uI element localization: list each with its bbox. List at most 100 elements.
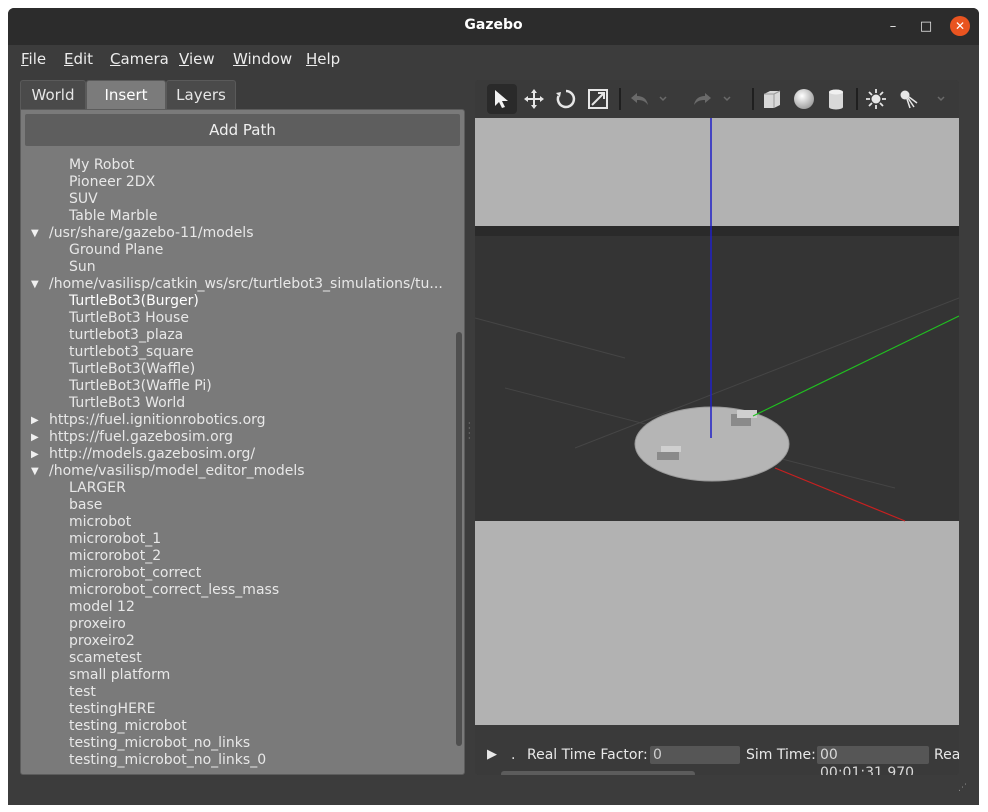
sphere-shape-icon[interactable]: [789, 84, 819, 114]
title-bar[interactable]: Gazebo – □ ✕: [8, 8, 979, 45]
menu-window-mnemonic: W: [233, 50, 248, 68]
tree-item-label: LARGER: [69, 480, 126, 496]
tree-model-item[interactable]: small platform: [21, 667, 451, 684]
menu-edit[interactable]: Edit: [64, 50, 93, 68]
menu-camera[interactable]: Camera: [110, 50, 169, 68]
tree-model-item[interactable]: microbot: [21, 514, 451, 531]
tree-path-item[interactable]: ▶ https://fuel.gazebosim.org: [21, 429, 451, 446]
cylinder-shape-icon[interactable]: [821, 84, 851, 114]
box-shape-icon[interactable]: [757, 84, 787, 114]
menu-bar: File Edit Camera View Window Help: [8, 45, 979, 73]
tree-model-item[interactable]: base: [21, 497, 451, 514]
tree-model-item[interactable]: TurtleBot3(Waffle): [21, 361, 451, 378]
tree-item-label: TurtleBot3 House: [69, 310, 189, 326]
tab-insert[interactable]: Insert: [86, 80, 166, 109]
tree-model-item[interactable]: My Robot: [21, 157, 451, 174]
turtlebot-burger-model[interactable]: [634, 406, 790, 482]
tree-item-label: https://fuel.ignitionrobotics.org: [49, 412, 266, 428]
point-light-icon[interactable]: [861, 84, 891, 114]
tree-item-label: base: [69, 497, 103, 513]
scene-toolbar: [475, 80, 959, 118]
tree-model-item[interactable]: turtlebot3_plaza: [21, 327, 451, 344]
add-path-button[interactable]: Add Path: [25, 114, 460, 146]
tree-scrollbar[interactable]: [456, 332, 462, 746]
tree-item-label: scametest: [69, 650, 142, 666]
expanded-arrow-icon[interactable]: ▼: [31, 225, 43, 242]
minimize-button[interactable]: –: [884, 18, 902, 36]
tree-model-item[interactable]: microrobot_1: [21, 531, 451, 548]
redo-history-chevron-icon[interactable]: [719, 84, 735, 114]
collapsed-arrow-icon[interactable]: ▶: [31, 412, 43, 429]
tab-world[interactable]: World: [20, 80, 86, 109]
gazebo-window: Gazebo – □ ✕ File Edit Camera View Windo…: [8, 8, 979, 805]
tree-model-item[interactable]: microrobot_2: [21, 548, 451, 565]
tree-model-item[interactable]: proxeiro: [21, 616, 451, 633]
tree-model-item[interactable]: testing_microbot_no_links_0: [21, 752, 451, 769]
tree-model-item[interactable]: TurtleBot3 House: [21, 310, 451, 327]
scene-render[interactable]: [475, 118, 959, 725]
tree-model-item[interactable]: SUV: [21, 191, 451, 208]
tree-model-item[interactable]: TurtleBot3(Burger): [21, 293, 451, 310]
menu-file[interactable]: File: [21, 50, 46, 68]
expanded-arrow-icon[interactable]: ▼: [31, 463, 43, 480]
tree-model-item[interactable]: testing_microbot_no_links: [21, 735, 451, 752]
collapsed-arrow-icon[interactable]: ▶: [31, 429, 43, 446]
close-button[interactable]: ✕: [950, 16, 970, 36]
model-tree: My Robot Pioneer 2DX SUV Table Marble ▼ /usr/…: [21, 157, 451, 769]
tree-path-item[interactable]: ▼ /home/vasilisp/model_editor_models: [21, 463, 451, 480]
tree-item-label: proxeiro: [69, 616, 126, 632]
tree-model-item[interactable]: scametest: [21, 650, 451, 667]
tab-layers[interactable]: Layers: [166, 80, 236, 109]
tree-model-item[interactable]: testing_microbot: [21, 718, 451, 735]
select-arrow-icon[interactable]: [487, 84, 517, 114]
collapsed-arrow-icon[interactable]: ▶: [31, 446, 43, 463]
menu-help-mnemonic: H: [306, 50, 318, 68]
tree-path-item[interactable]: ▶ http://models.gazebosim.org/: [21, 446, 451, 463]
tree-model-item[interactable]: microrobot_correct_less_mass: [21, 582, 451, 599]
play-pause-icon[interactable]: ▶: [487, 747, 497, 762]
menu-view-mnemonic: V: [179, 50, 189, 68]
tree-model-item[interactable]: TurtleBot3 World: [21, 395, 451, 412]
toolbar-separator: [856, 88, 858, 110]
3d-viewport[interactable]: [475, 118, 959, 725]
panel-splitter-handle[interactable]: · · · ·: [468, 420, 471, 443]
tree-model-item[interactable]: model 12: [21, 599, 451, 616]
tree-item-label: testing_microbot_no_links_0: [69, 752, 267, 768]
resize-grip-icon[interactable]: ⋰: [958, 783, 970, 795]
sky-lower: [475, 521, 959, 725]
tree-model-item[interactable]: testingHERE: [21, 701, 451, 718]
tree-item-label: TurtleBot3(Waffle): [69, 361, 196, 377]
expanded-arrow-icon[interactable]: ▼: [31, 276, 43, 293]
undo-history-chevron-icon[interactable]: [655, 84, 671, 114]
spot-light-icon[interactable]: [893, 84, 923, 114]
scale-icon[interactable]: [583, 84, 613, 114]
tree-model-item[interactable]: Pioneer 2DX: [21, 174, 451, 191]
menu-window[interactable]: Window: [233, 50, 292, 68]
toolbar-overflow-chevron-icon[interactable]: [933, 84, 949, 114]
translate-icon[interactable]: [519, 84, 549, 114]
tree-path-item[interactable]: ▶ https://fuel.ignitionrobotics.org: [21, 412, 451, 429]
sim-time-value: 00 00:01:31.970: [817, 746, 929, 775]
tree-item-label: microrobot_2: [69, 548, 162, 564]
tree-model-item[interactable]: Ground Plane: [21, 242, 451, 259]
tree-model-item[interactable]: Table Marble: [21, 208, 451, 225]
tree-model-item[interactable]: LARGER: [21, 480, 451, 497]
tree-path-item[interactable]: ▼ /usr/share/gazebo-11/models: [21, 225, 451, 242]
tree-item-label: https://fuel.gazebosim.org: [49, 429, 234, 445]
tree-model-item[interactable]: turtlebot3_square: [21, 344, 451, 361]
menu-help[interactable]: Help: [306, 50, 340, 68]
maximize-button[interactable]: □: [917, 18, 935, 36]
undo-icon[interactable]: [625, 84, 655, 114]
tree-model-item[interactable]: microrobot_correct: [21, 565, 451, 582]
tree-model-item[interactable]: proxeiro2: [21, 633, 451, 650]
tree-model-item[interactable]: test: [21, 684, 451, 701]
tree-path-item[interactable]: ▼ /home/vasilisp/catkin_ws/src/turtlebot3…: [21, 276, 451, 293]
tree-item-label: My Robot: [69, 157, 135, 173]
redo-icon[interactable]: [687, 84, 717, 114]
time-panel-scrollbar[interactable]: [501, 771, 695, 775]
tree-model-item[interactable]: TurtleBot3(Waffle Pi): [21, 378, 451, 395]
tree-model-item[interactable]: Sun: [21, 259, 451, 276]
rotate-icon[interactable]: [551, 84, 581, 114]
menu-view[interactable]: View: [179, 50, 215, 68]
tree-item-label: TurtleBot3 World: [69, 395, 186, 411]
